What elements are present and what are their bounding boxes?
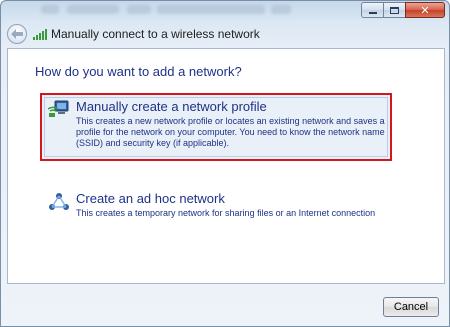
caption-buttons: ✕ [361,2,445,18]
window-title: Manually connect to a wireless network [51,27,260,41]
option-title: Create an ad hoc network [76,191,225,206]
breadcrumb-blurred-segment [67,5,119,14]
content-panel: How do you want to add a network? Manual… [7,48,445,284]
option-text: Manually create a network profile This c… [76,99,386,149]
back-arrow-icon [11,29,23,39]
minimize-button[interactable] [361,2,383,18]
option-description: This creates a temporary network for sha… [76,208,376,218]
wireless-signal-icon [33,28,47,40]
network-profile-icon [47,100,70,120]
minimize-icon [368,11,377,14]
close-button[interactable]: ✕ [405,2,445,18]
breadcrumb-blurred-segment [127,5,151,14]
manually-create-profile-option[interactable]: Manually create a network profile This c… [40,93,392,161]
maximize-button[interactable] [383,2,405,18]
back-button[interactable] [7,24,27,44]
title-bar: ✕ [1,1,449,21]
breadcrumb-blurred-segment [157,5,265,14]
cancel-button[interactable]: Cancel [383,297,439,317]
option-description: This creates a new network profile or lo… [76,116,385,148]
navigation-row: Manually connect to a wireless network [7,23,260,45]
create-ad-hoc-network-option[interactable]: Create an ad hoc network This creates a … [40,187,392,223]
option-text: Create an ad hoc network This creates a … [76,191,388,219]
page-heading: How do you want to add a network? [35,64,242,79]
wizard-window: ✕ Manually connect to a wireless network… [0,0,450,327]
close-icon: ✕ [420,3,430,17]
breadcrumb-blurred-segment [41,5,59,14]
ad-hoc-network-icon [48,192,70,212]
option-title: Manually create a network profile [76,99,267,114]
breadcrumb-blurred-segment [271,5,291,14]
maximize-icon [390,6,399,14]
